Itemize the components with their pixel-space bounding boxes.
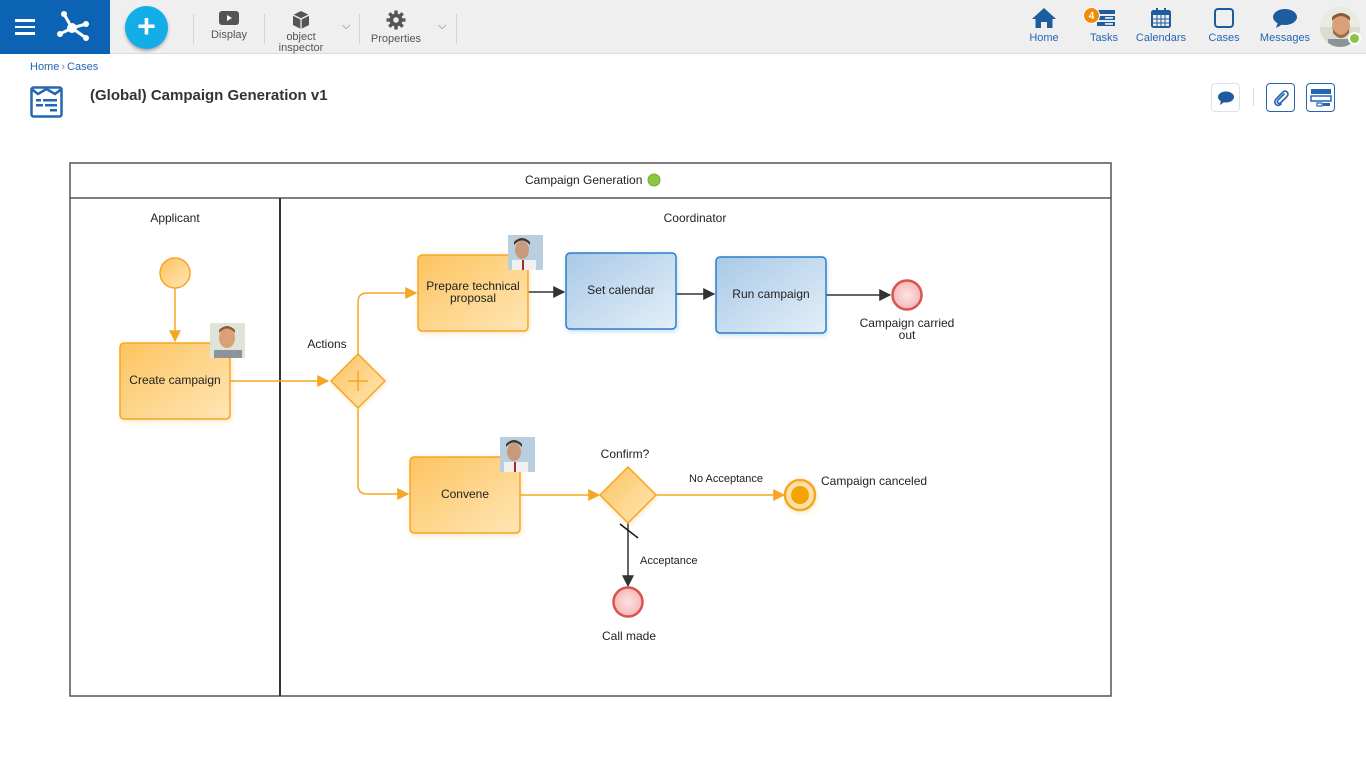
- default-flow-marker: [619, 523, 639, 539]
- end-event-canceled-label: Campaign canceled: [821, 474, 927, 488]
- assignee-avatar: [500, 437, 535, 472]
- pool-status-indicator: [647, 173, 661, 187]
- end-event-call-made[interactable]: [612, 586, 644, 618]
- end-event-carried-out-label-2: out: [899, 328, 916, 342]
- task-convene-label: Convene: [441, 487, 489, 501]
- lane-applicant-label: Applicant: [150, 211, 200, 225]
- flow-no-acceptance-label: No Acceptance: [689, 473, 763, 485]
- end-event-campaign-carried-out[interactable]: [891, 279, 923, 311]
- lane-coordinator-label: Coordinator: [664, 211, 727, 225]
- gateway-confirm-label: Confirm?: [601, 447, 650, 461]
- flow-acceptance-label: Acceptance: [640, 555, 697, 567]
- assignee-avatar: [508, 235, 543, 270]
- assignee-avatar: [210, 323, 245, 358]
- gateway-actions-label: Actions: [307, 337, 346, 351]
- gateway-confirm[interactable]: [598, 465, 658, 525]
- start-event[interactable]: [159, 257, 191, 289]
- task-set-calendar-label: Set calendar: [587, 283, 654, 297]
- end-event-campaign-canceled[interactable]: [783, 478, 817, 512]
- gateway-actions[interactable]: [329, 352, 387, 410]
- task-prepare-label-2: proposal: [450, 291, 496, 305]
- pool: [69, 162, 1112, 697]
- pool-name: Campaign Generation: [525, 173, 642, 187]
- task-set-calendar[interactable]: Set calendar: [565, 252, 677, 330]
- flow-actions-to-prepare: [357, 287, 418, 354]
- process-diagram: Campaign Generation Applicant Coordinato…: [69, 162, 1112, 697]
- task-run-campaign-label: Run campaign: [732, 287, 809, 301]
- task-run-campaign[interactable]: Run campaign: [715, 256, 827, 334]
- end-event-call-made-label: Call made: [602, 629, 656, 643]
- task-create-campaign-label: Create campaign: [129, 373, 220, 387]
- flow-actions-to-convene: [357, 409, 410, 500]
